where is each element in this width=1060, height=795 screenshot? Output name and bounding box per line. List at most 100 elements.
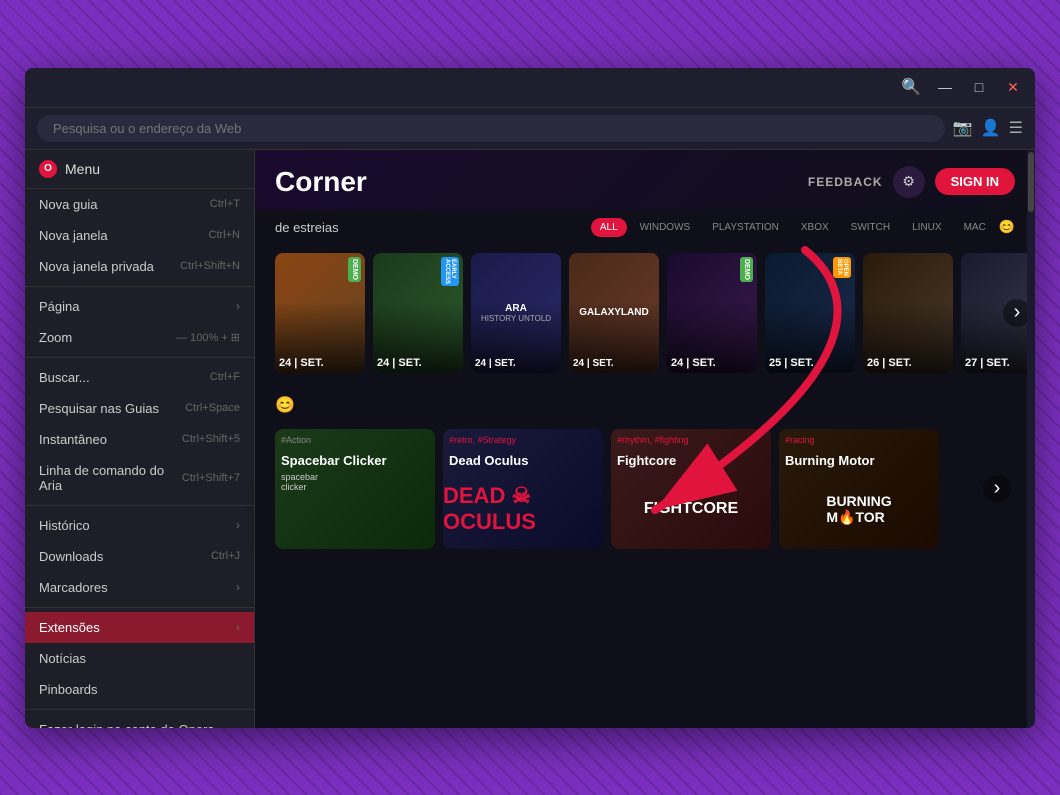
scrollbar[interactable] xyxy=(1027,150,1035,728)
menu-shortcut: Ctrl+Space xyxy=(185,402,240,414)
game-date: 24 | SET. xyxy=(279,357,324,369)
camera-icon[interactable]: 📷 xyxy=(953,118,973,138)
menu-item-pesquisar-guias[interactable]: Pesquisar nas Guias Ctrl+Space xyxy=(25,393,254,424)
demo-badge-2: DEMO xyxy=(740,257,753,282)
menu-item-downloads[interactable]: Downloads Ctrl+J xyxy=(25,541,254,572)
game-card-7[interactable]: 26 | SET. xyxy=(863,253,953,373)
game-card-5[interactable]: DEMO 24 | SET. xyxy=(667,253,757,373)
title-bar-controls: 🔍 — □ ✕ xyxy=(897,73,1027,101)
menu-shortcut: Ctrl+J xyxy=(211,550,240,562)
menu-item-historico[interactable]: Histórico › xyxy=(25,510,254,541)
game-date: 24 | SET. xyxy=(377,357,422,369)
game-date: 24 | SET. xyxy=(573,358,614,369)
menu-shortcut: Ctrl+Shift+N xyxy=(180,260,240,272)
menu-shortcut: Ctrl+T xyxy=(210,198,240,210)
menu-item-label: Página xyxy=(39,299,79,314)
dropdown-menu: O Menu Nova guia Ctrl+T Nova janela Ctrl… xyxy=(25,150,255,728)
chevron-right-icon-3: › xyxy=(236,580,240,594)
content-panel: Corner FEEDBACK ⚙ SIGN IN de estreias AL… xyxy=(255,150,1035,728)
menu-item-label: Linha de comando do Aria xyxy=(39,463,182,493)
filter-playstation[interactable]: PLAYSTATION xyxy=(703,218,788,237)
games-row: DEMO 24 | SET. EARLYACCESS 24 | SET. ARA xyxy=(255,245,1035,381)
indie-emoji-icon: 😊 xyxy=(275,395,295,415)
indie-next-arrow-button[interactable]: › xyxy=(983,475,1011,503)
gx-corner-title: Corner xyxy=(275,166,367,198)
address-input[interactable] xyxy=(37,115,945,142)
menu-item-zoom[interactable]: Zoom — 100% + ⊞ xyxy=(25,322,254,353)
menu-item-extensoes[interactable]: Extensões › xyxy=(25,612,254,643)
game-card-2[interactable]: EARLYACCESS 24 | SET. xyxy=(373,253,463,373)
menu-item-label: Buscar... xyxy=(39,370,90,385)
menu-item-label: Histórico xyxy=(39,518,90,533)
open-beta-badge: OPENBETA xyxy=(833,257,851,278)
game-card-6[interactable]: OPENBETA 25 | SET. xyxy=(765,253,855,373)
signin-button[interactable]: SIGN IN xyxy=(935,168,1015,195)
menu-divider-3 xyxy=(25,505,254,506)
filter-all[interactable]: ALL xyxy=(591,218,627,237)
gx-header: Corner FEEDBACK ⚙ SIGN IN xyxy=(255,150,1035,210)
bottom-section: 😊 #Action Spacebar Clicker spacebarclick… xyxy=(255,381,1035,557)
indie-card-3[interactable]: #rhythm, #fighting Fightcore FIGHTCORE xyxy=(611,429,771,549)
section-title: de estreias xyxy=(275,220,339,235)
menu-item-label: Extensões xyxy=(39,620,100,635)
menu-item-label: Zoom xyxy=(39,330,72,345)
settings-button[interactable]: ⚙ xyxy=(893,166,925,198)
chevron-right-icon: › xyxy=(236,299,240,313)
menu-item-login[interactable]: Fazer login na conta do Opera... xyxy=(25,714,254,728)
menu-shortcut: Ctrl+Shift+7 xyxy=(182,472,240,484)
menu-item-marcadores[interactable]: Marcadores › xyxy=(25,572,254,603)
filter-switch[interactable]: SWITCH xyxy=(842,218,899,237)
game-card-3[interactable]: ARA HISTORY UNTOLD 24 | SET. xyxy=(471,253,561,373)
menu-item-label: Pesquisar nas Guias xyxy=(39,401,159,416)
menu-item-nova-janela-privada[interactable]: Nova janela privada Ctrl+Shift+N xyxy=(25,251,254,282)
game-date: 26 | SET. xyxy=(867,357,912,369)
menu-item-label: Notícias xyxy=(39,651,86,666)
filter-buttons: ALL WINDOWS PLAYSTATION XBOX SWITCH LINU… xyxy=(591,218,1015,237)
indie-card-4[interactable]: #racing Burning Motor BURNINGM🔥TOR xyxy=(779,429,939,549)
close-button[interactable]: ✕ xyxy=(999,73,1027,101)
menu-divider-4 xyxy=(25,607,254,608)
menu-item-pagina[interactable]: Página › xyxy=(25,291,254,322)
menu-divider-5 xyxy=(25,709,254,710)
menu-divider-2 xyxy=(25,357,254,358)
menu-icon[interactable]: ☰ xyxy=(1009,118,1023,138)
menu-item-pinboards[interactable]: Pinboards xyxy=(25,674,254,705)
game-card-1[interactable]: DEMO 24 | SET. xyxy=(275,253,365,373)
menu-item-label: Downloads xyxy=(39,549,103,564)
game-date: 27 | SET. xyxy=(965,357,1010,369)
indie-cards-row: #Action Spacebar Clicker spacebarclicker… xyxy=(275,429,1015,549)
minimize-button[interactable]: — xyxy=(931,73,959,101)
address-bar: 📷 👤 ☰ xyxy=(25,108,1035,150)
indie-card-2[interactable]: #retro, #Strategy Dead Oculus DEAD ☠ OCU… xyxy=(443,429,603,549)
menu-item-label: Nova janela privada xyxy=(39,259,154,274)
game-card-4[interactable]: GALAXYLAND 24 | SET. xyxy=(569,253,659,373)
menu-shortcut: Ctrl+F xyxy=(210,371,240,383)
menu-item-nova-guia[interactable]: Nova guia Ctrl+T xyxy=(25,189,254,220)
demo-badge: DEMO xyxy=(348,257,361,282)
maximize-button[interactable]: □ xyxy=(965,73,993,101)
gx-header-right: FEEDBACK ⚙ SIGN IN xyxy=(808,166,1015,198)
menu-item-buscar[interactable]: Buscar... Ctrl+F xyxy=(25,362,254,393)
address-bar-icons: 📷 👤 ☰ xyxy=(953,118,1023,138)
filter-xbox[interactable]: XBOX xyxy=(792,218,838,237)
chevron-right-icon-4: › xyxy=(236,620,240,634)
indie-card-1[interactable]: #Action Spacebar Clicker spacebarclicker xyxy=(275,429,435,549)
menu-item-instantaneo[interactable]: Instantâneo Ctrl+Shift+5 xyxy=(25,424,254,455)
menu-shortcut: Ctrl+Shift+5 xyxy=(182,433,240,445)
menu-item-aria[interactable]: Linha de comando do Aria Ctrl+Shift+7 xyxy=(25,455,254,501)
menu-item-noticias[interactable]: Notícias xyxy=(25,643,254,674)
search-icon[interactable]: 🔍 xyxy=(897,73,925,101)
main-content: O Menu Nova guia Ctrl+T Nova janela Ctrl… xyxy=(25,150,1035,728)
game-date: 24 | SET. xyxy=(475,358,516,369)
menu-header: O Menu xyxy=(25,150,254,189)
menu-item-nova-janela[interactable]: Nova janela Ctrl+N xyxy=(25,220,254,251)
user-icon[interactable]: 👤 xyxy=(981,118,1001,138)
opera-logo-icon: O xyxy=(39,160,57,178)
menu-item-label: Pinboards xyxy=(39,682,98,697)
bottom-row-header: 😊 xyxy=(275,389,1015,421)
chevron-right-icon-2: › xyxy=(236,518,240,532)
filter-linux[interactable]: LINUX xyxy=(903,218,950,237)
filter-mac[interactable]: MAC xyxy=(955,218,995,237)
filter-windows[interactable]: WINDOWS xyxy=(631,218,700,237)
feedback-button[interactable]: FEEDBACK xyxy=(808,175,883,189)
